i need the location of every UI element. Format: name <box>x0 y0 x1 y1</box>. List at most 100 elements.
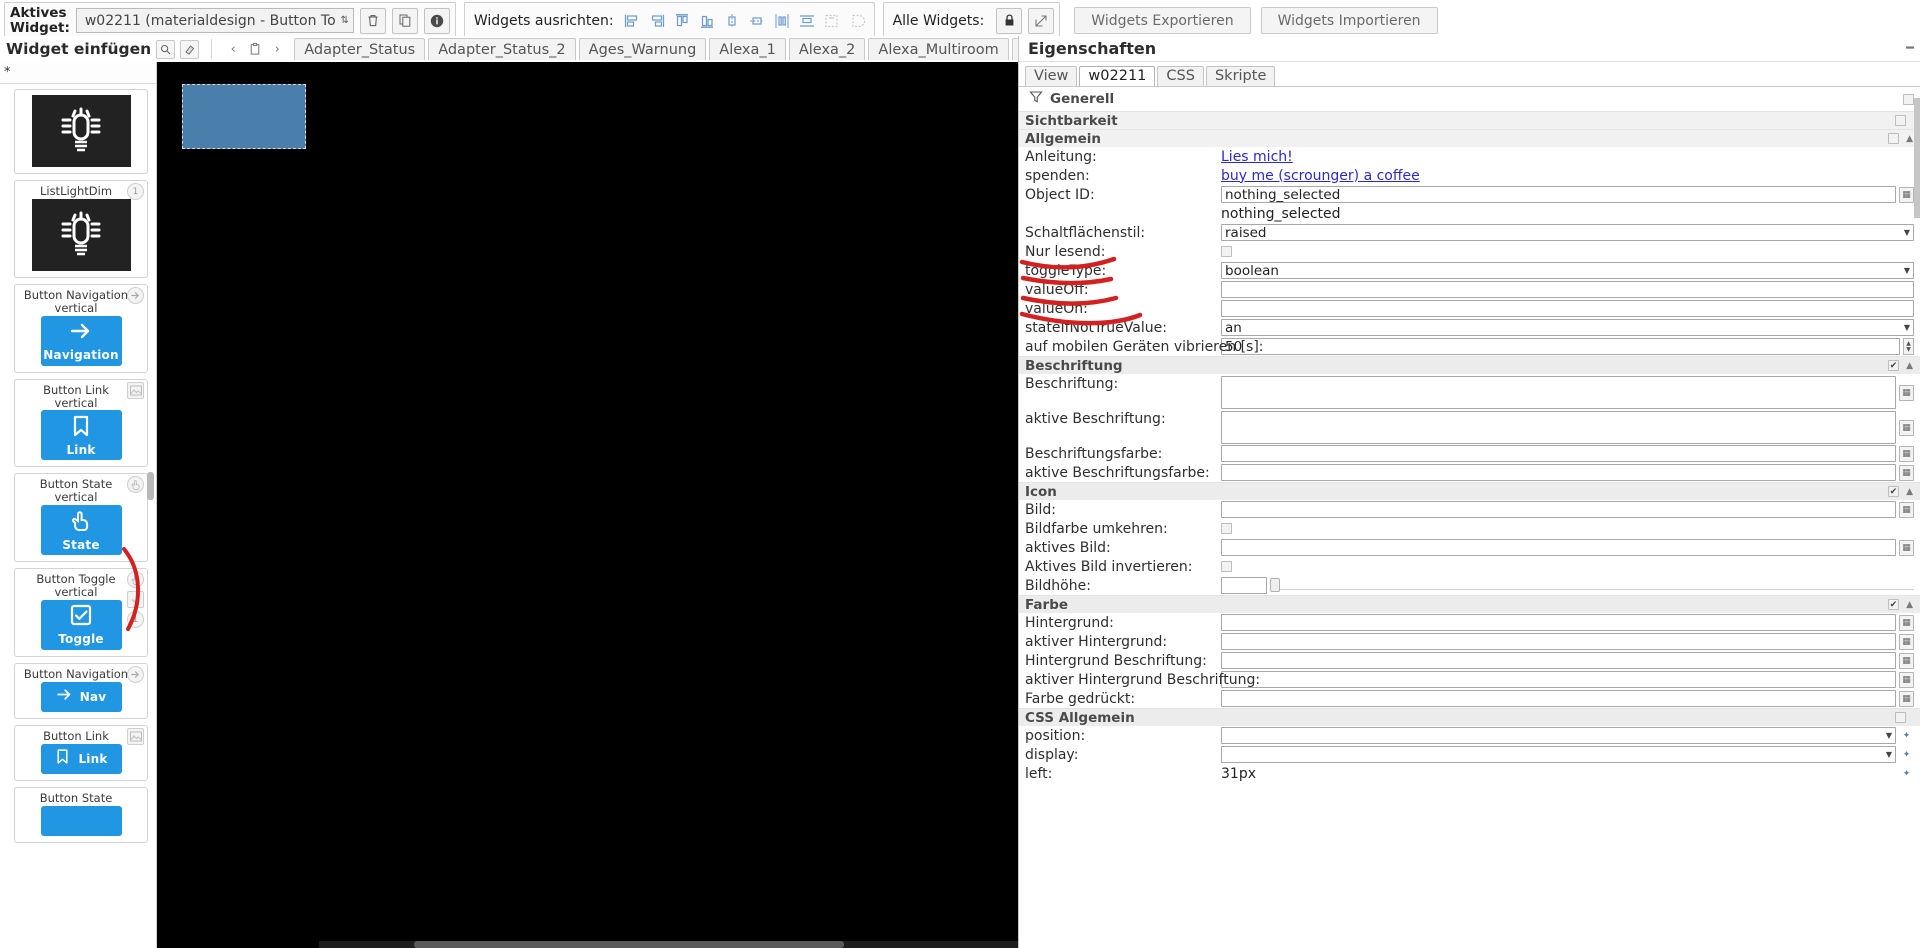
property-checkbox[interactable] <box>1221 561 1232 572</box>
view-tab[interactable]: Alexa_Multiroom <box>868 38 1009 60</box>
property-picker-button[interactable]: ▦ <box>1899 614 1914 631</box>
property-select[interactable]: ▼ <box>1221 746 1896 763</box>
property-checkbox[interactable] <box>1221 523 1232 534</box>
align-center-vertical-icon[interactable] <box>724 13 740 29</box>
property-picker-button[interactable]: ▦ <box>1899 501 1914 518</box>
property-picker-button[interactable]: ▦ <box>1899 419 1914 436</box>
property-section-header[interactable]: Sichtbarkeit <box>1019 111 1920 129</box>
widget-library-item[interactable]: Button Toggle vertical Toggle 1 <box>14 568 148 657</box>
property-section-checkbox[interactable]: ✔ <box>1888 360 1900 371</box>
property-input[interactable] <box>1221 445 1896 462</box>
widget-library-item[interactable]: Button Navigation vertical Navigation <box>14 283 148 373</box>
design-canvas[interactable] <box>157 62 1174 948</box>
widget-library-item[interactable]: Button Navigation Nav <box>14 662 148 719</box>
star-icon[interactable]: ✦ <box>1899 766 1914 782</box>
property-picker-button[interactable]: ▦ <box>1899 671 1914 688</box>
widget-info-button[interactable] <box>423 7 450 34</box>
copy-widget-button[interactable] <box>391 7 418 34</box>
align-bottom-icon[interactable] <box>699 13 715 29</box>
widget-library-item[interactable]: Button State <box>14 786 148 843</box>
align-top-icon[interactable] <box>674 13 690 29</box>
next-view-button[interactable]: › <box>266 39 288 59</box>
property-section-header[interactable]: CSS Allgemein <box>1019 708 1920 726</box>
property-select[interactable]: boolean ▼ <box>1221 262 1914 279</box>
export-widgets-button[interactable]: Widgets Exportieren <box>1074 7 1251 34</box>
widget-library-item[interactable]: ListLightDim 1 <box>14 180 148 278</box>
delete-widget-button[interactable] <box>359 7 386 34</box>
property-picker-button[interactable]: ▦ <box>1899 633 1914 650</box>
property-section-header[interactable]: Farbe ✔ ▲ <box>1019 595 1920 613</box>
collapse-caret-icon[interactable]: ▲ <box>1906 361 1913 371</box>
property-input[interactable] <box>1221 652 1896 669</box>
property-input[interactable] <box>1221 690 1896 707</box>
active-widget-select[interactable]: w02211 (materialdesign - Button Toggle v… <box>75 8 354 33</box>
same-size-icon[interactable] <box>824 13 840 29</box>
property-slider[interactable] <box>1270 578 1914 592</box>
widget-search-input[interactable] <box>0 64 156 81</box>
property-picker-button[interactable]: ▦ <box>1899 539 1914 556</box>
align-center-horizontal-icon[interactable] <box>749 13 765 29</box>
collapse-caret-icon[interactable]: ▲ <box>1906 600 1913 610</box>
property-input[interactable]: 50 <box>1221 338 1900 355</box>
star-icon[interactable]: ✦ <box>1899 728 1914 744</box>
prev-view-button[interactable]: ‹ <box>222 39 244 59</box>
property-section-checkbox[interactable] <box>1895 712 1906 723</box>
same-shape-icon[interactable] <box>849 13 865 29</box>
lock-icon[interactable] <box>996 7 1023 34</box>
property-input[interactable] <box>1221 501 1896 518</box>
property-textarea[interactable] <box>1221 376 1896 409</box>
property-input[interactable] <box>1221 539 1896 556</box>
property-checkbox[interactable] <box>1221 246 1232 257</box>
property-input[interactable]: nothing_selected <box>1221 186 1896 203</box>
property-picker-button[interactable]: ▦ <box>1899 186 1914 203</box>
eraser-icon[interactable] <box>180 39 200 59</box>
properties-tab[interactable]: w02211 <box>1079 66 1156 86</box>
distribute-vertical-icon[interactable] <box>799 13 815 29</box>
property-picker-button[interactable]: ▦ <box>1899 445 1914 462</box>
align-left-icon[interactable] <box>624 13 640 29</box>
property-section-header[interactable]: Icon ✔ ▲ <box>1019 482 1920 500</box>
property-picker-button[interactable]: ▦ <box>1899 690 1914 707</box>
view-tab[interactable]: Ages_Warnung <box>578 38 707 60</box>
slider-knob[interactable] <box>1270 578 1280 592</box>
magnifier-icon[interactable] <box>156 39 176 59</box>
widget-library-item[interactable]: Button Link Link <box>14 724 148 781</box>
properties-tab[interactable]: View <box>1025 66 1078 86</box>
clipboard-icon[interactable] <box>244 39 266 59</box>
view-tab[interactable]: Alexa_2 <box>788 38 866 60</box>
property-section-header[interactable]: Allgemein ▲ <box>1019 129 1920 147</box>
property-section-checkbox[interactable]: ✔ <box>1888 486 1900 497</box>
selected-widget-placeholder[interactable] <box>182 84 306 149</box>
widget-list-scrollbar[interactable] <box>147 472 154 500</box>
collapse-caret-icon[interactable]: ▲ <box>1906 134 1913 144</box>
widget-library-item[interactable]: Button Link vertical Link <box>14 378 148 468</box>
property-link[interactable]: Lies mich! <box>1221 149 1293 165</box>
widget-library-item[interactable]: Button State vertical State <box>14 473 148 563</box>
align-right-icon[interactable] <box>649 13 665 29</box>
view-tab[interactable]: Alexa_1 <box>709 38 786 60</box>
properties-scrollbar[interactable] <box>1914 98 1920 218</box>
property-input[interactable] <box>1221 464 1896 481</box>
property-input[interactable] <box>1221 633 1896 650</box>
property-input[interactable] <box>1221 281 1914 298</box>
property-picker-button[interactable]: ▦ <box>1899 464 1914 481</box>
property-select[interactable]: raised ▼ <box>1221 224 1914 241</box>
filter-checkbox[interactable] <box>1903 93 1914 105</box>
minimize-icon[interactable]: ━ <box>1906 41 1914 56</box>
distribute-horizontal-icon[interactable] <box>774 13 790 29</box>
property-picker-button[interactable]: ▦ <box>1899 652 1914 669</box>
properties-tab[interactable]: CSS <box>1157 66 1204 86</box>
widget-list[interactable]: ListLightDim 1 Button Navigation vertical N… <box>0 84 156 948</box>
property-picker-button[interactable]: ▦ <box>1899 384 1914 401</box>
property-section-checkbox[interactable] <box>1888 133 1900 144</box>
property-select[interactable]: ▼ <box>1221 727 1896 744</box>
property-input[interactable] <box>1221 577 1267 594</box>
property-input[interactable] <box>1221 300 1914 317</box>
property-section-checkbox[interactable] <box>1895 115 1906 126</box>
star-icon[interactable]: ✦ <box>1899 747 1914 763</box>
property-select[interactable]: an ▼ <box>1221 319 1914 336</box>
property-section-header[interactable]: Beschriftung ✔ ▲ <box>1019 356 1920 374</box>
property-spinner[interactable]: ▲ ▼ <box>1903 338 1914 355</box>
import-widgets-button[interactable]: Widgets Importieren <box>1260 7 1438 34</box>
property-input[interactable] <box>1221 671 1896 688</box>
